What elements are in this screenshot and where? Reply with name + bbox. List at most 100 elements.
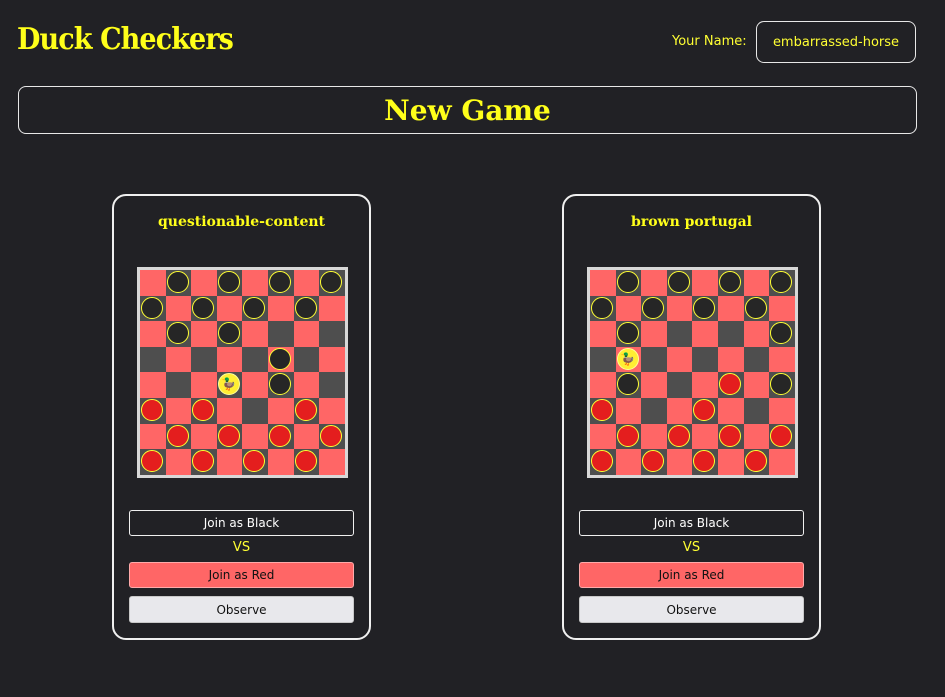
black-piece[interactable] bbox=[243, 296, 266, 319]
board-square[interactable] bbox=[769, 346, 795, 373]
board-square[interactable] bbox=[769, 423, 795, 450]
red-piece[interactable] bbox=[667, 424, 690, 447]
board-square[interactable] bbox=[216, 449, 243, 475]
board-square[interactable] bbox=[717, 423, 744, 450]
board-square[interactable] bbox=[769, 295, 795, 322]
red-piece[interactable] bbox=[320, 424, 343, 447]
board-square[interactable] bbox=[216, 321, 243, 347]
board-square[interactable] bbox=[666, 295, 693, 322]
board-square[interactable] bbox=[319, 270, 345, 296]
red-piece[interactable] bbox=[591, 398, 613, 421]
board-square[interactable] bbox=[191, 321, 217, 347]
board-square[interactable] bbox=[717, 372, 744, 398]
board-square[interactable] bbox=[743, 295, 770, 322]
board-square[interactable] bbox=[666, 423, 693, 450]
black-piece[interactable] bbox=[294, 296, 317, 319]
board-square[interactable] bbox=[165, 449, 192, 475]
board-square[interactable] bbox=[615, 295, 642, 322]
red-piece[interactable] bbox=[693, 450, 716, 473]
black-piece[interactable] bbox=[616, 373, 639, 396]
board-square[interactable] bbox=[615, 321, 642, 347]
board-square[interactable] bbox=[293, 346, 320, 373]
board-square[interactable] bbox=[615, 423, 642, 450]
board-square[interactable] bbox=[216, 295, 243, 322]
board-square[interactable] bbox=[641, 295, 667, 322]
board-square[interactable] bbox=[641, 270, 667, 296]
join-red-button[interactable]: Join as Red bbox=[129, 562, 354, 588]
board-square[interactable] bbox=[293, 423, 320, 450]
red-piece[interactable] bbox=[243, 450, 266, 473]
board-square[interactable] bbox=[641, 449, 667, 475]
checkers-board[interactable]: 🦆 bbox=[587, 267, 798, 478]
board-square[interactable] bbox=[319, 423, 345, 450]
board-square[interactable] bbox=[165, 372, 192, 398]
board-square[interactable] bbox=[242, 397, 268, 424]
red-piece[interactable] bbox=[718, 424, 741, 447]
board-square[interactable] bbox=[293, 295, 320, 322]
red-piece[interactable] bbox=[616, 424, 639, 447]
black-piece[interactable] bbox=[693, 296, 716, 319]
join-black-button[interactable]: Join as Black bbox=[579, 510, 804, 536]
board-square[interactable] bbox=[216, 346, 243, 373]
board-square[interactable] bbox=[717, 397, 744, 424]
board-square[interactable] bbox=[615, 449, 642, 475]
board-square[interactable] bbox=[641, 346, 667, 373]
board-square[interactable] bbox=[140, 321, 166, 347]
board-square[interactable] bbox=[242, 270, 268, 296]
red-piece[interactable] bbox=[141, 398, 163, 421]
board-square[interactable] bbox=[590, 449, 616, 475]
black-piece[interactable] bbox=[320, 271, 343, 293]
board-square[interactable] bbox=[717, 321, 744, 347]
join-black-button[interactable]: Join as Black bbox=[129, 510, 354, 536]
board-square[interactable] bbox=[666, 449, 693, 475]
black-piece[interactable] bbox=[217, 271, 240, 293]
black-piece[interactable] bbox=[667, 271, 690, 293]
board-square[interactable] bbox=[216, 270, 243, 296]
black-piece[interactable] bbox=[192, 296, 215, 319]
board-square[interactable] bbox=[319, 397, 345, 424]
red-piece[interactable] bbox=[591, 450, 613, 473]
name-input[interactable] bbox=[756, 21, 916, 63]
board-square[interactable] bbox=[692, 372, 718, 398]
observe-button[interactable]: Observe bbox=[579, 596, 804, 623]
board-square[interactable] bbox=[666, 346, 693, 373]
board-square[interactable] bbox=[769, 270, 795, 296]
board-square[interactable] bbox=[293, 449, 320, 475]
board-square[interactable] bbox=[615, 372, 642, 398]
board-square[interactable] bbox=[191, 270, 217, 296]
board-square[interactable] bbox=[191, 295, 217, 322]
red-piece[interactable] bbox=[192, 398, 215, 421]
board-square[interactable] bbox=[267, 423, 294, 450]
black-piece[interactable] bbox=[268, 271, 291, 293]
board-square[interactable] bbox=[140, 423, 166, 450]
board-square[interactable] bbox=[692, 295, 718, 322]
board-square[interactable] bbox=[242, 321, 268, 347]
checkers-board[interactable]: 🦆 bbox=[137, 267, 348, 478]
board-square[interactable] bbox=[666, 270, 693, 296]
board-square[interactable] bbox=[140, 449, 166, 475]
board-square[interactable] bbox=[191, 346, 217, 373]
black-piece[interactable] bbox=[770, 271, 793, 293]
board-square[interactable] bbox=[615, 397, 642, 424]
black-piece[interactable] bbox=[718, 271, 741, 293]
board-square[interactable] bbox=[319, 295, 345, 322]
red-piece[interactable] bbox=[744, 450, 767, 473]
board-square[interactable]: 🦆 bbox=[216, 372, 243, 398]
board-square[interactable] bbox=[293, 397, 320, 424]
board-square[interactable] bbox=[191, 449, 217, 475]
board-square[interactable] bbox=[743, 423, 770, 450]
board-square[interactable] bbox=[242, 449, 268, 475]
board-square[interactable] bbox=[165, 295, 192, 322]
board-square[interactable] bbox=[165, 423, 192, 450]
board-square[interactable] bbox=[293, 270, 320, 296]
board-square[interactable] bbox=[743, 372, 770, 398]
board-square[interactable] bbox=[165, 397, 192, 424]
board-square[interactable] bbox=[717, 270, 744, 296]
black-piece[interactable] bbox=[616, 271, 639, 293]
red-piece[interactable] bbox=[294, 450, 317, 473]
board-square[interactable] bbox=[590, 346, 616, 373]
board-square[interactable] bbox=[191, 397, 217, 424]
board-square[interactable] bbox=[641, 321, 667, 347]
board-square[interactable] bbox=[743, 321, 770, 347]
observe-button[interactable]: Observe bbox=[129, 596, 354, 623]
